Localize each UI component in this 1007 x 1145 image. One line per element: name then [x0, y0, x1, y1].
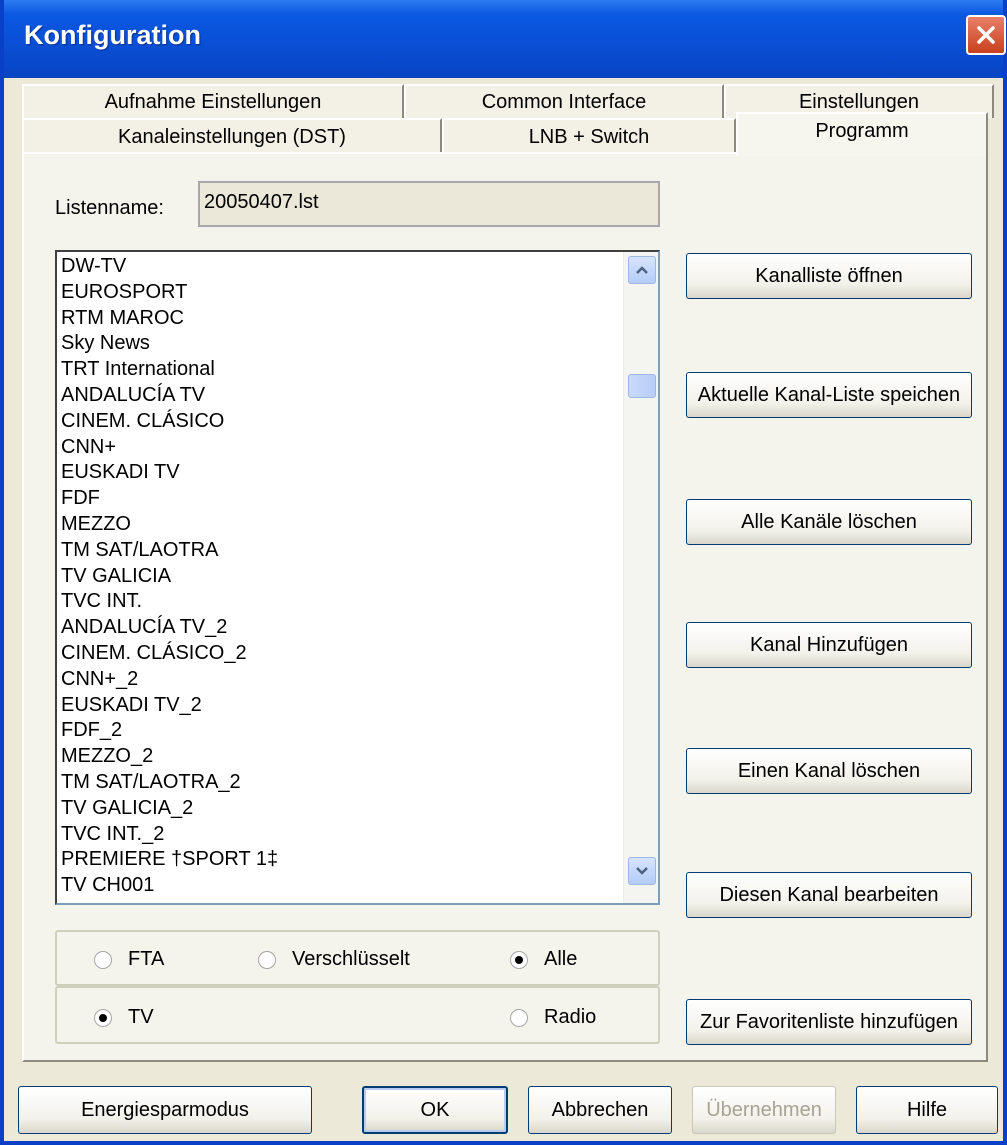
list-item[interactable]: TV GALICIA [61, 564, 621, 590]
list-item[interactable]: ANDALUCÍA TV_2 [61, 615, 621, 641]
list-item[interactable]: CNN+_2 [61, 667, 621, 693]
power-save-button[interactable]: Energiesparmodus [18, 1086, 312, 1134]
tab-label: Programm [815, 120, 909, 142]
list-item[interactable]: TM SAT/LAOTRA_2 [61, 770, 621, 796]
open-channel-list-button[interactable]: Kanalliste öffnen [686, 253, 972, 299]
radio-fta-label: FTA [128, 948, 165, 970]
radio-verschluesselt-label: Verschlüsselt [292, 948, 410, 970]
ok-button[interactable]: OK [362, 1086, 508, 1134]
list-item[interactable]: PREMIERE †SPORT 1‡ [61, 847, 621, 873]
list-item[interactable]: RTM MAROC [61, 306, 621, 332]
list-item[interactable]: FDF_2 [61, 718, 621, 744]
radio-radio[interactable]: Radio [510, 1006, 596, 1029]
tab-lnb-switch[interactable]: LNB + Switch [442, 118, 736, 154]
list-item[interactable]: TV CH001 [61, 873, 621, 899]
list-item[interactable]: CNN+ [61, 435, 621, 461]
tab-label: Einstellungen [798, 90, 920, 113]
add-to-favorites-button[interactable]: Zur Favoritenliste hinzufügen [686, 999, 972, 1045]
list-item[interactable]: TVC INT. [61, 589, 621, 615]
tab-aufnahme-einstellungen[interactable]: Aufnahme Einstellungen [22, 84, 404, 118]
radio-selected-dot [515, 955, 523, 964]
list-item[interactable]: TRT International [61, 357, 621, 383]
tab-label: Common Interface [481, 90, 647, 113]
radio-alle-label: Alle [544, 948, 578, 970]
list-item[interactable]: MEZZO [61, 512, 621, 538]
listname-field[interactable]: 20050407.lst [198, 181, 660, 227]
list-item[interactable]: DW-TV [61, 254, 621, 280]
tab-label: Kanaleinstellungen (DST) [118, 125, 346, 148]
delete-all-channels-button[interactable]: Alle Kanäle löschen [686, 499, 972, 545]
list-item[interactable]: EUSKADI TV_2 [61, 693, 621, 719]
radio-circle [258, 950, 276, 969]
tab-label: Aufnahme Einstellungen [104, 90, 322, 113]
radio-verschluesselt[interactable]: Verschlüsselt [258, 948, 410, 971]
tab-common-interface[interactable]: Common Interface [404, 84, 724, 118]
edit-channel-button[interactable]: Diesen Kanal bearbeiten [686, 872, 972, 918]
chevron-down-icon [636, 867, 648, 875]
radio-radio-label: Radio [544, 1006, 597, 1028]
title-bar[interactable]: Konfiguration [4, 0, 1006, 78]
radio-tv-label: TV [128, 1006, 154, 1028]
chevron-up-icon [636, 266, 648, 274]
list-item[interactable]: TM SAT/LAOTRA [61, 538, 621, 564]
channel-listbox[interactable]: DW-TV EUROSPORT RTM MAROC Sky News TRT Inter… [55, 250, 660, 905]
list-item[interactable]: FDF [61, 486, 621, 512]
tab-programm[interactable]: Programm [736, 112, 988, 156]
delete-channel-button[interactable]: Einen Kanal löschen [686, 748, 972, 794]
window-title: Konfiguration [24, 20, 201, 50]
tab-label: LNB + Switch [528, 125, 650, 148]
scroll-thumb[interactable] [628, 374, 656, 398]
radio-alle[interactable]: Alle [510, 948, 577, 971]
radio-circle [510, 950, 528, 969]
scroll-up-button[interactable] [628, 256, 656, 284]
list-item[interactable]: EUSKADI TV [61, 460, 621, 486]
list-item[interactable]: MEZZO_2 [61, 744, 621, 770]
radio-fta[interactable]: FTA [94, 948, 164, 971]
help-button[interactable]: Hilfe [856, 1086, 998, 1134]
radio-selected-dot [99, 1013, 107, 1022]
radio-tv[interactable]: TV [94, 1006, 154, 1029]
vertical-scrollbar[interactable] [623, 252, 658, 903]
add-channel-button[interactable]: Kanal Hinzufügen [686, 622, 972, 668]
list-item[interactable]: Sky News [61, 331, 621, 357]
list-item[interactable]: TVC INT._2 [61, 822, 621, 848]
list-item[interactable]: EUROSPORT [61, 280, 621, 306]
list-item[interactable]: CINEM. CLÁSICO_2 [61, 641, 621, 667]
list-item[interactable]: CINEM. CLÁSICO [61, 409, 621, 435]
radio-circle [94, 1008, 112, 1027]
close-button[interactable] [966, 15, 1006, 55]
listname-label: Listenname: [55, 197, 164, 219]
tab-kanaleinstellungen[interactable]: Kanaleinstellungen (DST) [22, 118, 442, 154]
cancel-button[interactable]: Abbrechen [528, 1086, 672, 1134]
radio-circle [510, 1008, 528, 1027]
apply-button[interactable]: Übernehmen [692, 1086, 836, 1134]
radio-circle [94, 950, 112, 969]
channel-list: DW-TV EUROSPORT RTM MAROC Sky News TRT Inter… [61, 254, 621, 899]
close-icon [977, 26, 995, 44]
list-item[interactable]: TV GALICIA_2 [61, 796, 621, 822]
scroll-down-button[interactable] [628, 857, 656, 885]
list-item[interactable]: ANDALUCÍA TV [61, 383, 621, 409]
save-channel-list-button[interactable]: Aktuelle Kanal-Liste speichen [686, 372, 972, 418]
